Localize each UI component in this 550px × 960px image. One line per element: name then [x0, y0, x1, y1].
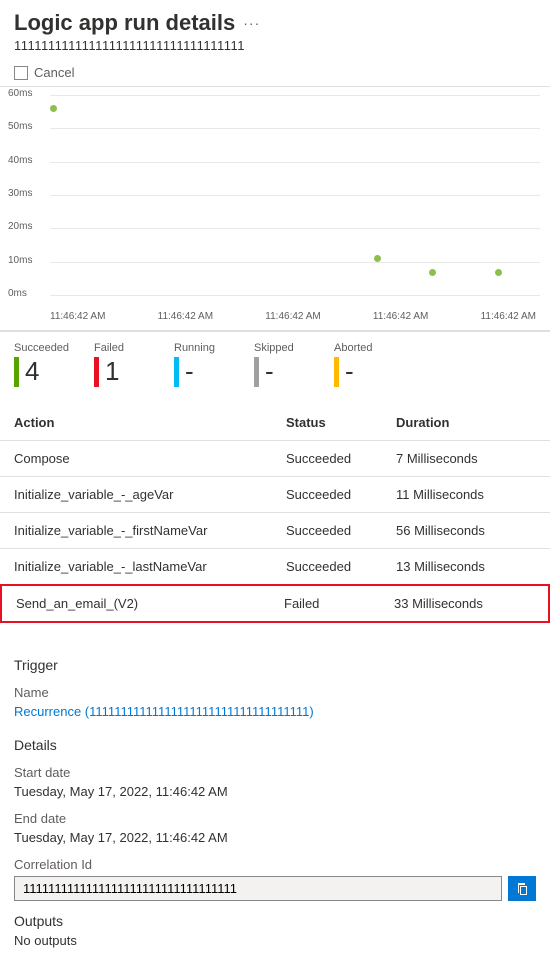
chart-gridline: 30ms	[50, 195, 540, 196]
stat-succeeded: Succeeded 4	[14, 342, 74, 387]
outputs-value: No outputs	[14, 933, 536, 948]
chart-data-point	[495, 269, 502, 276]
outputs-heading: Outputs	[14, 913, 536, 929]
start-date-label: Start date	[14, 765, 536, 780]
chart-y-tick: 0ms	[8, 288, 27, 299]
chart-gridline: 20ms	[50, 228, 540, 229]
trigger-name-label: Name	[14, 685, 536, 700]
stat-bar-icon	[334, 357, 339, 387]
stat-failed: Failed 1	[94, 342, 154, 387]
trigger-name-link[interactable]: Recurrence (1111111111111111111111111111…	[14, 704, 536, 719]
cell-duration: 7 Milliseconds	[396, 451, 536, 466]
page-header: Logic app run details ··· 11111111111111…	[0, 0, 550, 57]
correlation-id-label: Correlation Id	[14, 857, 536, 872]
chart-gridline: 50ms	[50, 128, 540, 129]
cell-action: Initialize_variable_-_firstNameVar	[14, 523, 286, 538]
chart-y-tick: 50ms	[8, 121, 32, 132]
chart-x-tick: 11:46:42 AM	[481, 311, 536, 322]
cell-action: Initialize_variable_-_ageVar	[14, 487, 286, 502]
stat-bar-icon	[14, 357, 19, 387]
chart-x-tick: 11:46:42 AM	[158, 311, 213, 322]
start-date-value: Tuesday, May 17, 2022, 11:46:42 AM	[14, 784, 536, 799]
chart-y-tick: 60ms	[8, 88, 32, 99]
cell-status: Succeeded	[286, 559, 396, 574]
stat-label: Skipped	[254, 342, 314, 354]
stat-skipped: Skipped -	[254, 342, 314, 387]
chart-x-tick: 11:46:42 AM	[50, 311, 105, 322]
correlation-id-input[interactable]	[14, 876, 502, 901]
table-row[interactable]: Initialize_variable_-_lastNameVarSucceed…	[0, 548, 550, 584]
run-stats: Succeeded4Failed1Running-Skipped-Aborted…	[0, 332, 550, 393]
cell-status: Succeeded	[286, 523, 396, 538]
chart-y-tick: 30ms	[8, 188, 32, 199]
stat-label: Aborted	[334, 342, 394, 354]
chart-gridline: 40ms	[50, 162, 540, 163]
stat-aborted: Aborted -	[334, 342, 394, 387]
cancel-checkbox-icon[interactable]	[14, 66, 28, 80]
stat-label: Running	[174, 342, 234, 354]
cell-duration: 56 Milliseconds	[396, 523, 536, 538]
actions-table-header: Action Status Duration	[0, 401, 550, 440]
table-row[interactable]: Initialize_variable_-_firstNameVarSuccee…	[0, 512, 550, 548]
stat-running: Running -	[174, 342, 234, 387]
cell-duration: 13 Milliseconds	[396, 559, 536, 574]
stat-value: -	[265, 356, 274, 387]
chart-gridline: 60ms	[50, 95, 540, 96]
chart-gridline: 10ms	[50, 262, 540, 263]
table-row[interactable]: ComposeSucceeded7 Milliseconds	[0, 440, 550, 476]
cell-action: Compose	[14, 451, 286, 466]
cell-status: Failed	[284, 596, 394, 611]
page-title: Logic app run details	[14, 10, 235, 36]
end-date-value: Tuesday, May 17, 2022, 11:46:42 AM	[14, 830, 536, 845]
chart-y-tick: 10ms	[8, 255, 32, 266]
stat-bar-icon	[174, 357, 179, 387]
col-duration: Duration	[396, 415, 536, 430]
cell-status: Succeeded	[286, 487, 396, 502]
stat-value: 4	[25, 356, 39, 387]
end-date-label: End date	[14, 811, 536, 826]
col-status: Status	[286, 415, 396, 430]
cancel-label[interactable]: Cancel	[34, 65, 74, 80]
stat-bar-icon	[254, 357, 259, 387]
col-action: Action	[14, 415, 286, 430]
chart-y-tick: 40ms	[8, 155, 32, 166]
stat-label: Succeeded	[14, 342, 74, 354]
actions-table: Action Status Duration ComposeSucceeded7…	[0, 401, 550, 623]
run-id: 1111111111111111111111111111111111	[14, 38, 536, 53]
copy-button[interactable]	[508, 876, 536, 901]
chart-x-tick: 11:46:42 AM	[265, 311, 320, 322]
chart-x-axis: 11:46:42 AM 11:46:42 AM 11:46:42 AM 11:46:4…	[0, 307, 550, 331]
chart-gridline: 0ms	[50, 295, 540, 296]
details-section: Trigger Name Recurrence (111111111111111…	[0, 623, 550, 948]
cell-duration: 33 Milliseconds	[394, 596, 534, 611]
stat-bar-icon	[94, 357, 99, 387]
copy-icon	[514, 881, 530, 897]
trigger-heading: Trigger	[14, 657, 536, 673]
cell-status: Succeeded	[286, 451, 396, 466]
more-menu-button[interactable]: ···	[243, 15, 260, 31]
stat-label: Failed	[94, 342, 154, 354]
chart-data-point	[50, 105, 57, 112]
stat-value: -	[185, 356, 194, 387]
table-row[interactable]: Send_an_email_(V2)Failed33 Milliseconds	[0, 584, 550, 623]
chart-data-point	[429, 269, 436, 276]
stat-value: 1	[105, 356, 119, 387]
stat-value: -	[345, 356, 354, 387]
table-row[interactable]: Initialize_variable_-_ageVarSucceeded11 …	[0, 476, 550, 512]
cell-action: Initialize_variable_-_lastNameVar	[14, 559, 286, 574]
cell-action: Send_an_email_(V2)	[16, 596, 284, 611]
duration-chart: 60ms50ms40ms30ms20ms10ms0ms 11:46:42 AM1…	[0, 86, 550, 332]
cell-duration: 11 Milliseconds	[396, 487, 536, 502]
chart-x-tick: 11:46:42 AM	[373, 311, 428, 322]
chart-y-tick: 20ms	[8, 221, 32, 232]
details-heading: Details	[14, 737, 536, 753]
